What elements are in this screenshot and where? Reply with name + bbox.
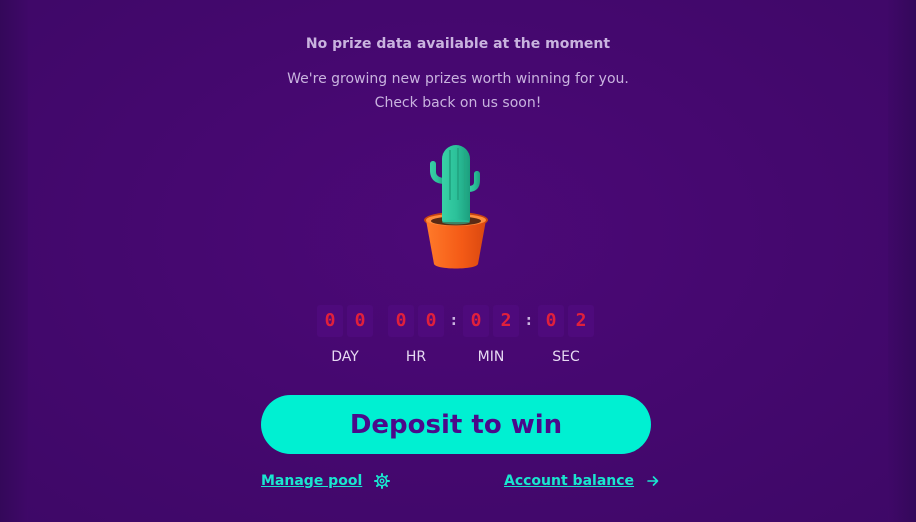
countdown-seconds: 0 2 SEC (534, 305, 598, 365)
countdown-hours: 0 0 HR (384, 305, 448, 365)
seconds-label: SEC (552, 349, 580, 365)
empty-state-message: We're growing new prizes worth winning f… (0, 67, 916, 115)
empty-state-title: No prize data available at the moment (305, 36, 611, 52)
minutes-seconds-separator: : (526, 313, 532, 329)
arrow-right-icon (647, 476, 659, 486)
hours-digit-1: 0 (388, 305, 414, 337)
days-label: DAY (331, 349, 359, 365)
empty-state-message-line-2: Check back on us soon! (374, 95, 542, 111)
days-digit-1: 0 (317, 305, 343, 337)
manage-pool-link[interactable]: Manage pool (261, 473, 391, 489)
hours-digit-2: 0 (418, 305, 444, 337)
minutes-label: MIN (477, 349, 505, 365)
seconds-digit-2: 2 (568, 305, 594, 337)
hours-label: HR (405, 349, 427, 365)
hours-minutes-separator: : (451, 313, 457, 329)
days-digit-2: 0 (347, 305, 373, 337)
minutes-digit-1: 0 (463, 305, 489, 337)
minutes-digit-2: 2 (493, 305, 519, 337)
countdown-days: 0 0 DAY (313, 305, 377, 365)
seconds-digit-1: 0 (538, 305, 564, 337)
manage-pool-label: Manage pool (261, 473, 363, 489)
countdown-timer: 0 0 DAY 0 0 HR : 0 2 MIN : 0 2 SEC (0, 305, 916, 375)
account-balance-label: Account balance (504, 473, 635, 489)
empty-state-message-line-1: We're growing new prizes worth winning f… (287, 71, 629, 87)
cactus-illustration (424, 145, 488, 269)
account-balance-link[interactable]: Account balance (504, 473, 660, 489)
deposit-to-win-button[interactable]: Deposit to win (261, 395, 651, 454)
gear-icon (374, 473, 391, 489)
countdown-minutes: 0 2 MIN (459, 305, 523, 365)
